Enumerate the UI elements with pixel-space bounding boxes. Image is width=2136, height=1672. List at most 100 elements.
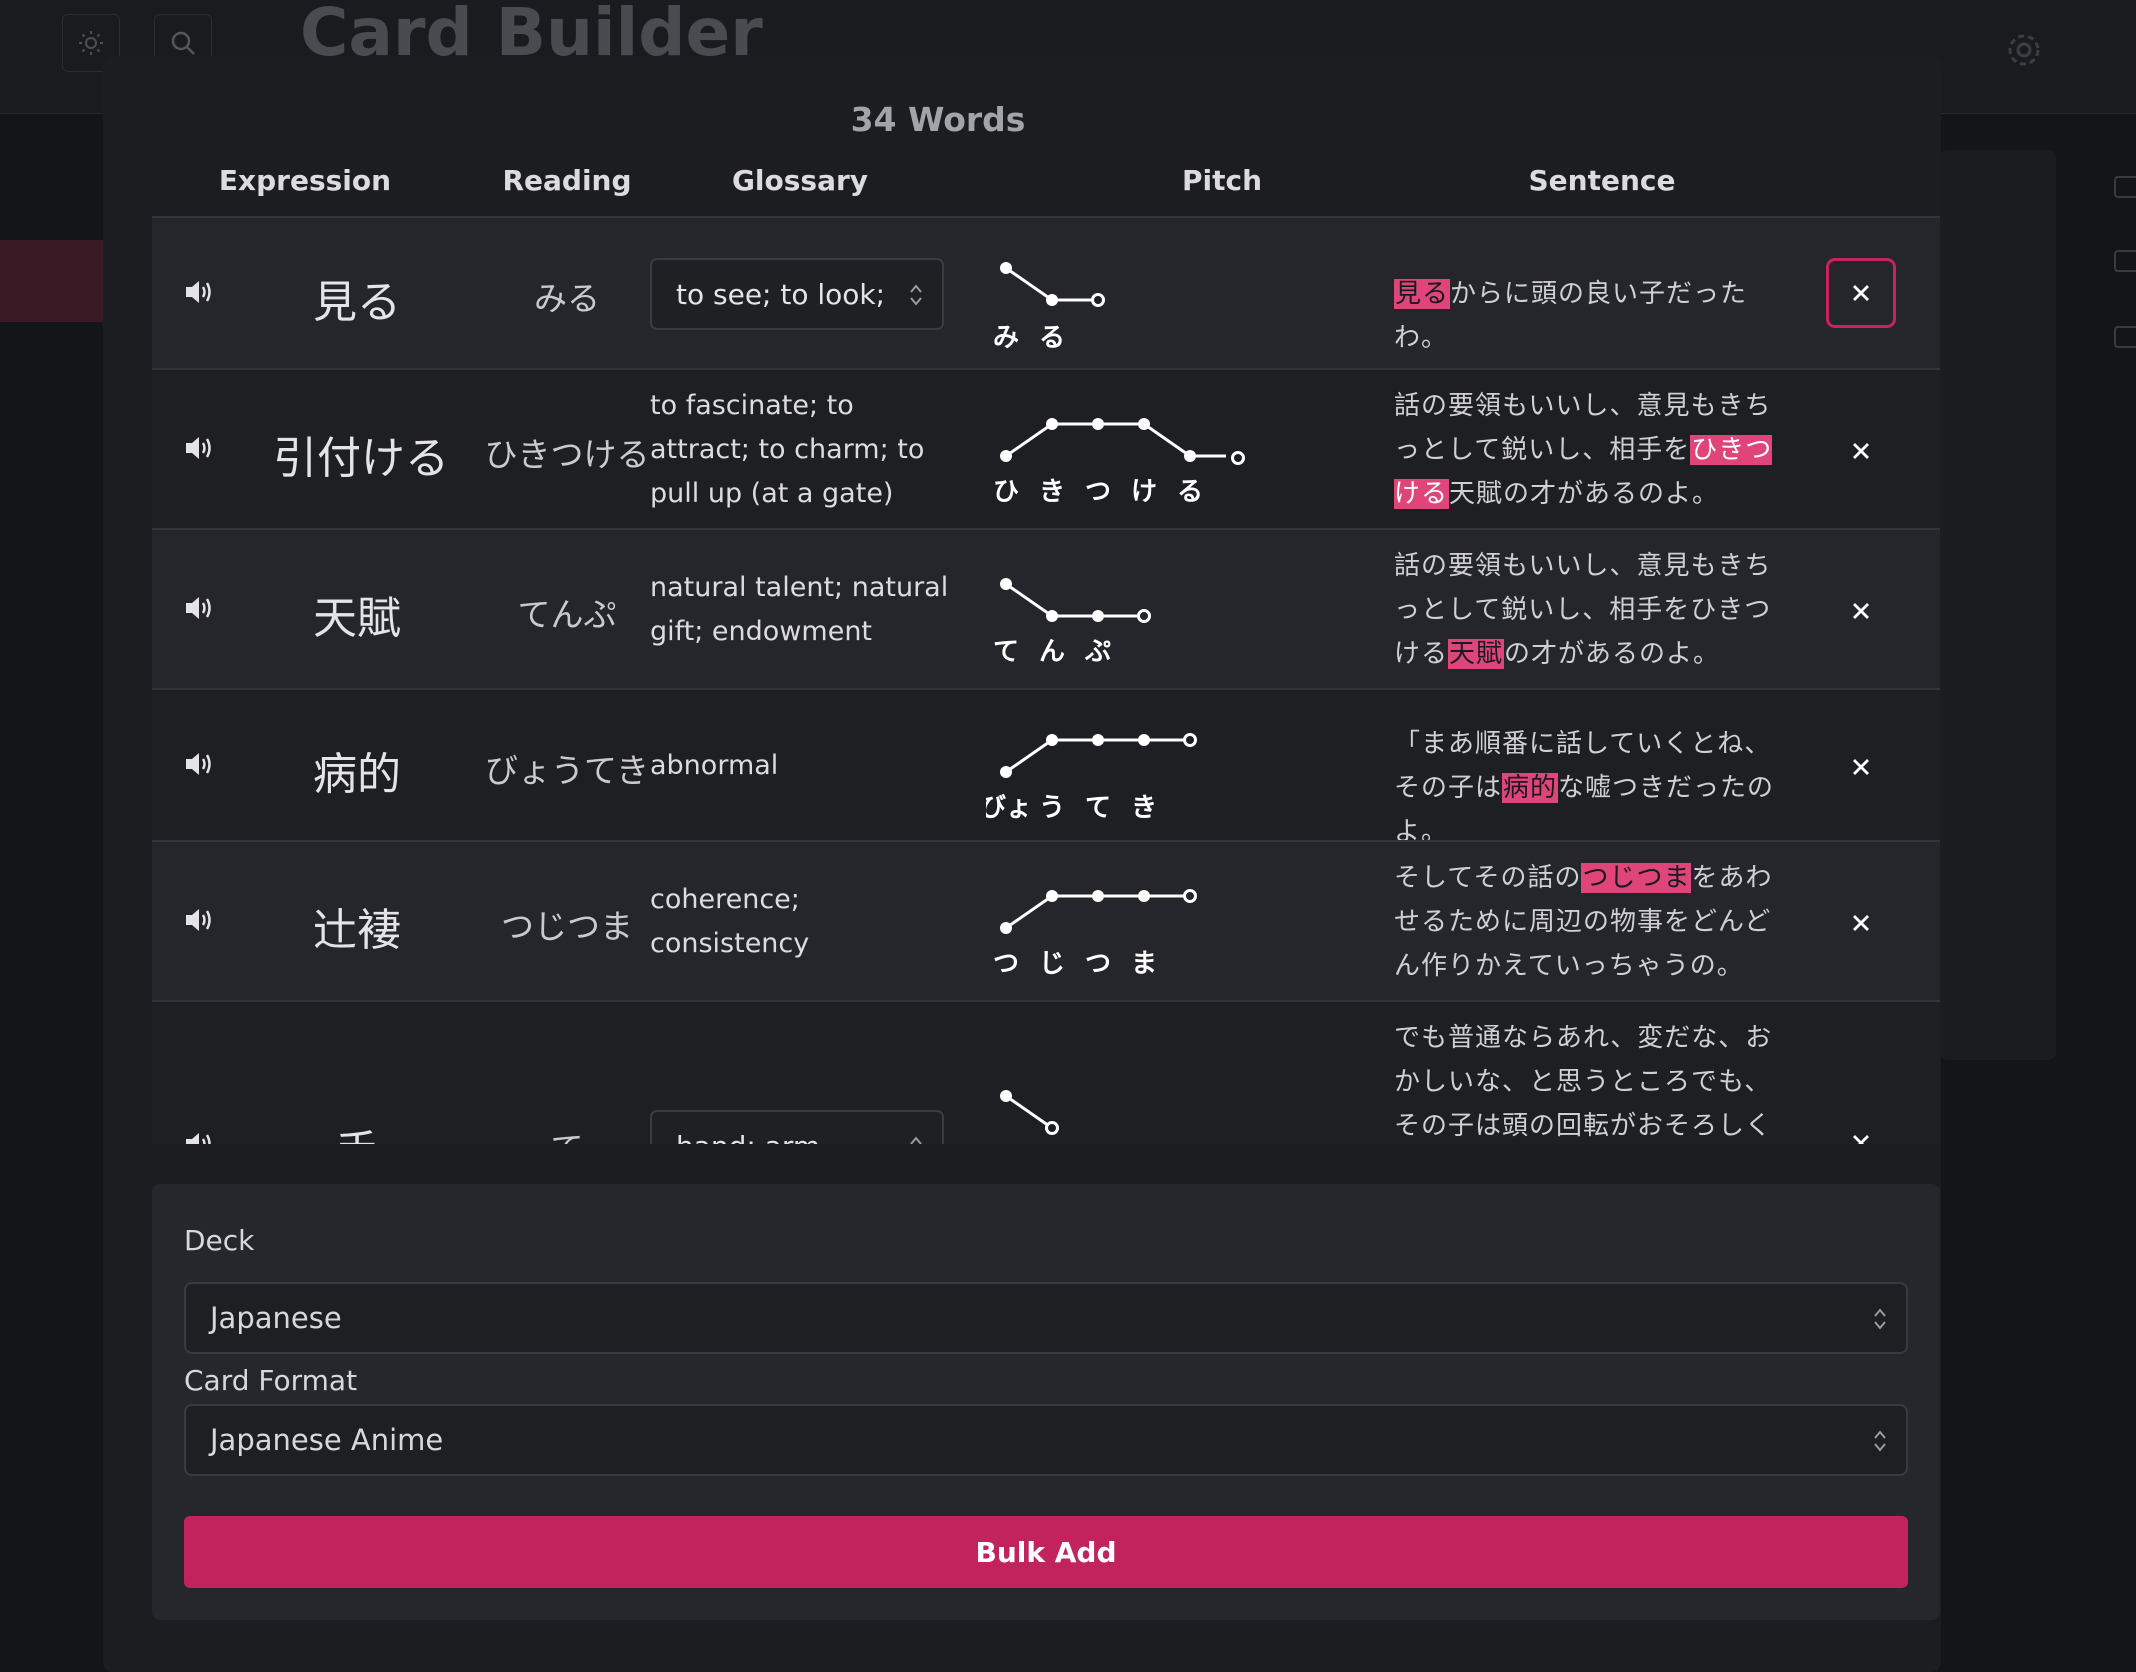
note-icon <box>2114 326 2136 348</box>
expression-text: 手 <box>252 1116 462 1144</box>
glossary-select[interactable]: to see; to look; <box>650 258 944 330</box>
remove-row-button[interactable] <box>1826 416 1896 486</box>
card-format-select-value: Japanese Anime <box>210 1423 444 1457</box>
pitch-graph: み る <box>993 262 1105 353</box>
speaker-icon[interactable] <box>184 906 214 934</box>
pitch-graph: びょ う て き <box>986 733 1197 823</box>
select-arrows-icon <box>910 1136 922 1144</box>
pitch-kana: て <box>1085 793 1111 823</box>
pitch-kana: る <box>1039 323 1065 353</box>
speaker-icon[interactable] <box>184 594 214 622</box>
glossary-select[interactable]: hand; arm <box>650 1110 944 1144</box>
deck-select[interactable]: Japanese <box>184 1282 1908 1354</box>
expression-text: 見る <box>313 277 401 328</box>
gear-icon <box>2008 34 2040 66</box>
remove-row-button[interactable] <box>1826 732 1896 802</box>
pitch-kana: て <box>993 637 1019 667</box>
column-header-glossary: Glossary <box>731 164 869 197</box>
image-icon <box>2114 176 2136 198</box>
select-arrows-icon <box>1874 1430 1886 1452</box>
column-header-expression: Expression <box>218 164 392 197</box>
column-header-sentence: Sentence <box>1528 164 1676 197</box>
pitch-kana: う <box>1039 793 1065 823</box>
sentence-text: 話の要領もいいし、意見もきちっとして鋭いし、相手をひきつける天賦の才があるのよ。 <box>1394 551 1772 669</box>
deck-label: Deck <box>184 1224 255 1257</box>
table-row: 病的 びょうてき abnormal びょ う て き 「まあ順番に話していくとね… <box>152 688 1940 847</box>
close-icon <box>1853 443 1869 459</box>
column-header-pitch: Pitch <box>1181 164 1263 197</box>
sentence-text: 「まあ順番に話していくとね、その子は病的な嘘つきだったのよ。 <box>1394 729 1775 847</box>
table-row: 引付ける ひきつける to fascinate; to attract; to … <box>152 368 1940 528</box>
pitch-kana: き <box>1131 793 1157 823</box>
close-icon <box>1853 285 1869 301</box>
table-row: 天賦 てんぷ natural talent; natural gift; end… <box>152 528 1940 688</box>
background-sidebar-active <box>0 240 104 322</box>
word-table: 見る みる to see; to look; み る 見るからに頭の良い子だった… <box>152 216 1940 1144</box>
sentence-text: 見るからに頭の良い子だったわ。 <box>1394 279 1748 353</box>
speaker-icon[interactable] <box>184 750 214 778</box>
sun-icon <box>79 31 103 55</box>
pitch-kana: き <box>1039 477 1065 507</box>
pitch-kana: ま <box>1131 949 1157 979</box>
table-row: 辻褄 つじつま coherence; consistency つ じ つ ま そ… <box>152 840 1940 1000</box>
pitch-end-dot <box>1231 451 1245 465</box>
deck-select-value: Japanese <box>210 1301 342 1335</box>
select-arrows-icon <box>1874 1308 1886 1330</box>
pitch-graph: ひ き つ け る <box>993 418 1226 507</box>
expression-text: 辻褄 <box>313 905 401 956</box>
table-header: Expression Reading Glossary Pitch Senten… <box>152 160 1940 216</box>
remove-row-button[interactable] <box>1826 576 1896 646</box>
close-icon <box>1853 915 1869 931</box>
pitch-graph <box>1000 1090 1059 1135</box>
pitch-kana: じ <box>1039 949 1065 979</box>
pitch-kana: つ <box>1085 477 1111 507</box>
pitch-kana: ひ <box>993 477 1019 507</box>
remove-row-button[interactable] <box>1826 258 1896 328</box>
bulk-add-button[interactable]: Bulk Add <box>184 1516 1908 1588</box>
bulk-add-form: Deck Japanese Card Format Japanese Anime… <box>152 1184 1940 1620</box>
pitch-kana: つ <box>993 949 1019 979</box>
pitch-kana: ぷ <box>1084 637 1111 667</box>
table-row: 見る みる to see; to look; み る 見るからに頭の良い子だった… <box>152 216 1940 368</box>
glossary-text: abnormal <box>650 750 779 781</box>
expression-text: 天賦 <box>313 593 401 644</box>
background-panel <box>1940 150 2056 1060</box>
pitch-kana: びょ <box>986 793 1032 823</box>
sentence-text: そしてその話のつじつまをあわせるために周辺の物事をどんどん作りかえていっちゃうの… <box>1394 863 1773 981</box>
remove-row-button[interactable] <box>1826 1108 1896 1144</box>
pitch-graph: つ じ つ ま <box>993 889 1197 979</box>
glossary-text: to fascinate; to attract; to charm; to p… <box>650 390 925 509</box>
close-icon <box>1853 1135 1869 1144</box>
search-icon <box>171 31 195 55</box>
sentence-highlight: 見る <box>1394 279 1451 309</box>
sentence-text: 話の要領もいいし、意見もきちっとして鋭いし、相手をひきつける天賦の才があるのよ。 <box>1394 391 1773 509</box>
remove-row-button[interactable] <box>1826 888 1896 958</box>
card-format-label: Card Format <box>184 1364 358 1397</box>
select-arrows-icon <box>910 284 922 306</box>
glossary-select-value: to see; to look; <box>676 277 886 311</box>
close-icon <box>1853 603 1869 619</box>
close-icon <box>1853 759 1869 775</box>
table-row: 手 て hand; arm でも普通ならあれ、変だな、おかしいな、と思うところで… <box>152 1000 1940 1144</box>
modal-title: 34 Words <box>850 100 1026 139</box>
expression-text: 病的 <box>313 749 401 800</box>
file-icon <box>2114 250 2136 272</box>
speaker-icon[interactable] <box>184 278 214 306</box>
glossary-text: coherence; consistency <box>650 884 810 959</box>
card-format-select[interactable]: Japanese Anime <box>184 1404 1908 1476</box>
pitch-kana: み <box>993 323 1019 353</box>
pitch-graph: て ん ぷ <box>993 578 1151 667</box>
glossary-select-value: hand; arm <box>676 1130 820 1145</box>
sentence-highlight: 天賦 <box>1448 639 1505 669</box>
sentence-highlight: 病的 <box>1502 773 1559 803</box>
speaker-icon[interactable] <box>184 434 214 462</box>
settings-button[interactable] <box>2004 30 2044 74</box>
pitch-kana: る <box>1177 477 1203 507</box>
speaker-icon[interactable] <box>184 1130 214 1144</box>
pitch-kana: つ <box>1085 949 1111 979</box>
pitch-kana: ん <box>1039 637 1065 667</box>
sentence-text: でも普通ならあれ、変だな、おかしいな、と思うところでも、その子は頭の回転がおそろ… <box>1394 1023 1773 1141</box>
sentence-highlight: つじつま <box>1581 863 1692 893</box>
pitch-kana: け <box>1131 477 1157 507</box>
glossary-text: natural talent; natural gift; endowment <box>650 572 949 647</box>
